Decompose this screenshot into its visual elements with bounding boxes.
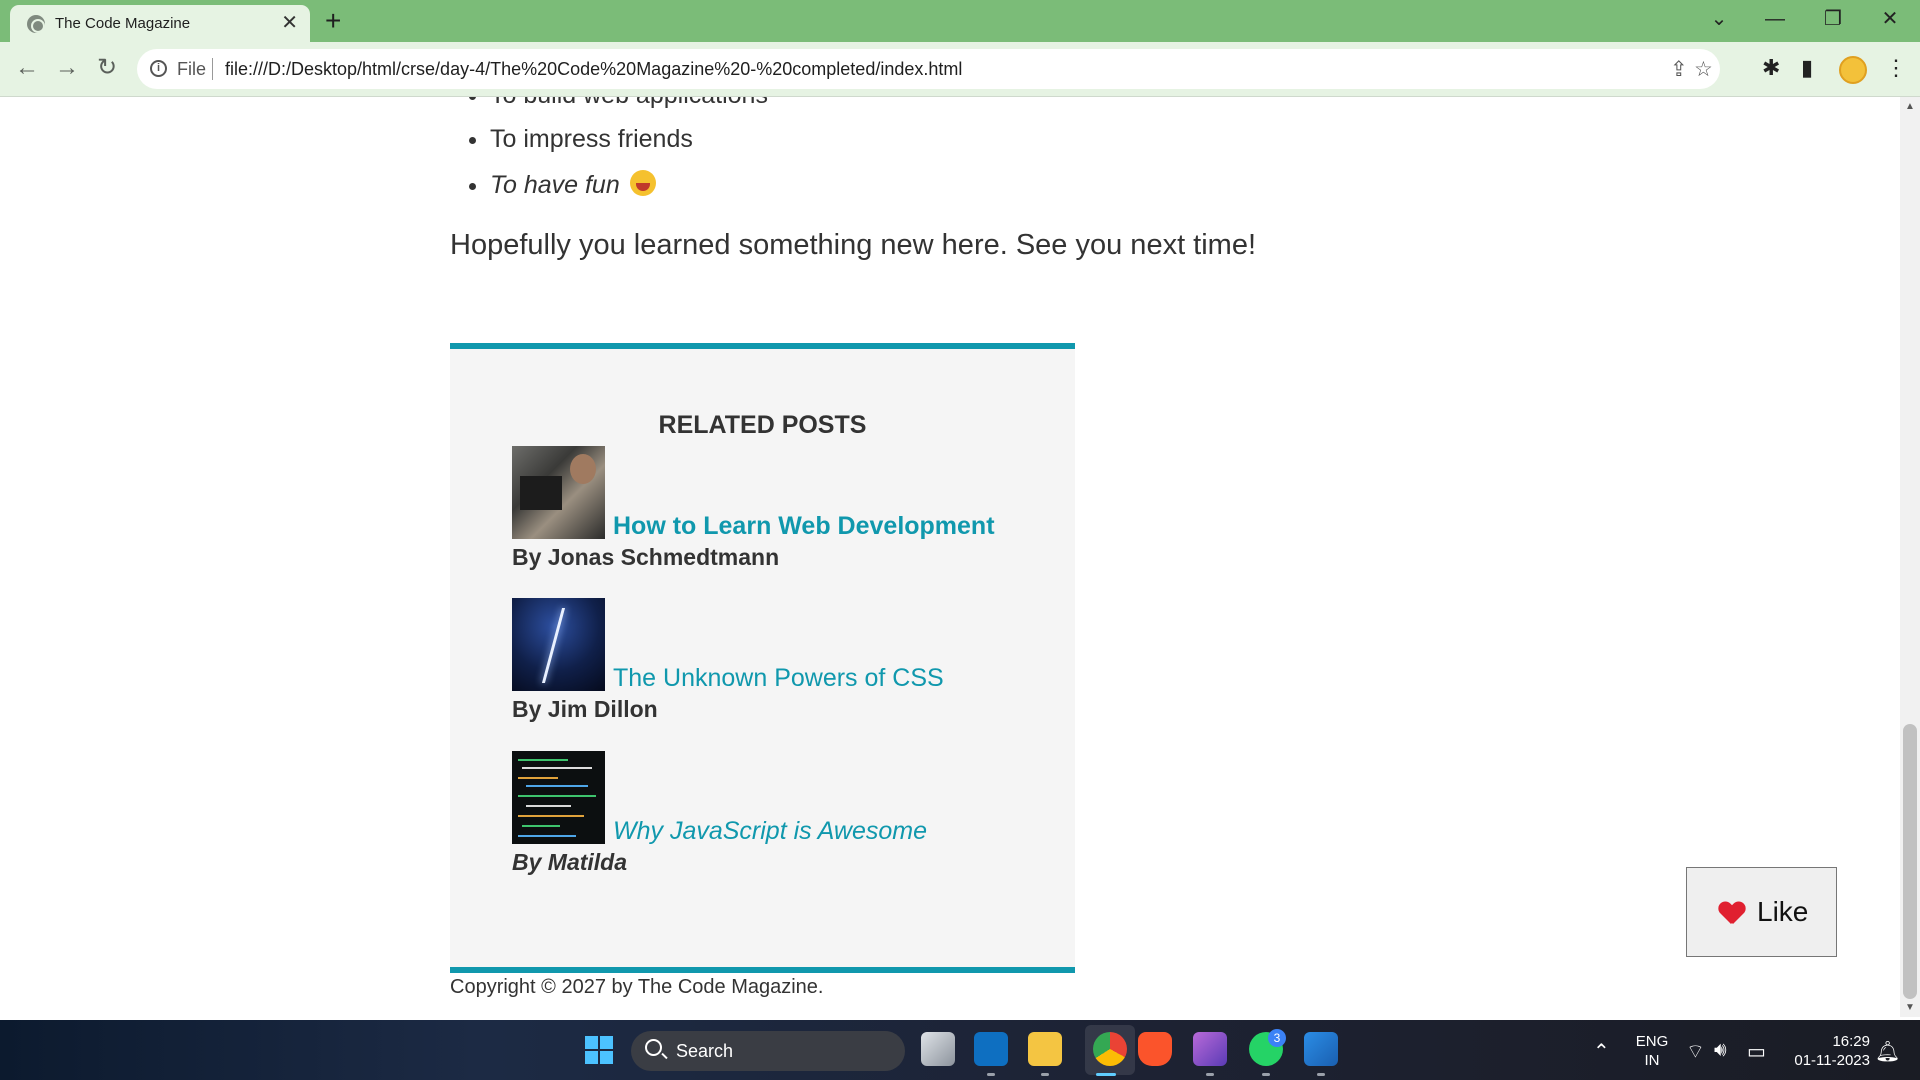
reload-button[interactable]: ↻ — [92, 54, 122, 82]
tab-close-icon[interactable]: ✕ — [281, 12, 298, 34]
language-code: ENG — [1635, 1033, 1669, 1050]
like-button[interactable]: Like — [1686, 867, 1837, 957]
search-label: Search — [676, 1041, 734, 1061]
scroll-down-icon[interactable]: ▼ — [1905, 1002, 1915, 1013]
app-running-indicator — [1317, 1073, 1325, 1076]
like-label: Like — [1757, 896, 1809, 927]
related-posts-heading: RELATED POSTS — [658, 411, 867, 439]
wifi-icon[interactable]: ⌔ — [1686, 1039, 1705, 1064]
restore-button[interactable]: ❐ — [1813, 6, 1853, 32]
info-icon[interactable]: i — [150, 60, 167, 77]
brave-icon[interactable] — [1138, 1032, 1172, 1066]
post-author: By Jonas Schmedtmann — [512, 544, 780, 570]
share-icon[interactable]: ⇪ — [1670, 57, 1688, 82]
copyright-text: Copyright © 2027 by The Code Magazine. — [450, 976, 824, 998]
file-label: File — [177, 59, 207, 79]
app-running-indicator — [987, 1073, 995, 1076]
post-thumbnail — [512, 446, 605, 539]
list-item: To impress friends — [490, 125, 693, 154]
browser-tab[interactable]: The Code Magazine ✕ — [10, 5, 310, 42]
extensions-icon[interactable]: ✱ — [1762, 54, 1780, 82]
chrome-icon[interactable] — [1093, 1032, 1127, 1066]
divider — [212, 58, 213, 80]
vscode-icon[interactable] — [974, 1032, 1008, 1066]
app-running-indicator — [1206, 1073, 1214, 1076]
taskbar-search[interactable]: Search — [631, 1031, 905, 1071]
windows-start-icon[interactable] — [585, 1036, 613, 1064]
browser-titlebar: The Code Magazine ✕ + ⌄ — ❐ ✕ — [0, 0, 1920, 42]
bookmark-star-icon[interactable]: ☆ — [1694, 57, 1713, 82]
browser-toolbar: ← → ↻ i File file:///D:/Desktop/html/crs… — [0, 42, 1920, 97]
battery-icon[interactable]: ▭ — [1747, 1039, 1766, 1064]
profile-avatar[interactable] — [1839, 56, 1867, 84]
grinning-emoji-icon — [629, 170, 656, 196]
tab-search-icon[interactable]: ⌄ — [1699, 6, 1739, 32]
search-icon — [645, 1039, 662, 1056]
url-text[interactable]: file:///D:/Desktop/html/crse/day-4/The%2… — [225, 59, 962, 80]
list-item: To build web applications — [490, 97, 768, 110]
forward-button[interactable]: → — [52, 54, 82, 82]
tray-overflow-icon[interactable]: ⌃ — [1593, 1039, 1610, 1064]
side-panel-icon[interactable]: ▮ — [1801, 54, 1813, 82]
file-explorer-icon[interactable] — [1028, 1032, 1062, 1066]
app-running-indicator — [1262, 1073, 1270, 1076]
language-indicator[interactable]: ENG IN — [1630, 1032, 1674, 1070]
volume-icon[interactable]: 🔊︎ — [1714, 1039, 1727, 1062]
heart-icon — [1719, 902, 1743, 924]
notification-badge: 3 — [1268, 1029, 1286, 1047]
post-author: By Matilda — [512, 849, 628, 875]
menu-icon[interactable]: ⋮ — [1885, 54, 1907, 82]
post-thumbnail — [512, 751, 605, 844]
page-viewport: To build web applications To impress fri… — [0, 97, 1900, 1017]
clock-date: 01-11-2023 — [1794, 1052, 1870, 1069]
post-thumbnail — [512, 598, 605, 691]
post-link[interactable]: How to Learn Web Development — [613, 512, 995, 541]
task-view-icon[interactable] — [921, 1032, 955, 1066]
address-bar[interactable]: i File file:///D:/Desktop/html/crse/day-… — [137, 49, 1720, 89]
post-link[interactable]: Why JavaScript is Awesome — [613, 817, 927, 846]
photos-icon[interactable] — [1304, 1032, 1338, 1066]
globe-icon — [27, 15, 45, 33]
scrollbar-thumb[interactable] — [1903, 724, 1917, 999]
page-scrollbar[interactable]: ▲ ▼ — [1900, 97, 1920, 1017]
tab-title: The Code Magazine — [55, 15, 191, 32]
minimize-button[interactable]: — — [1755, 6, 1795, 32]
list-item: To have fun — [490, 170, 656, 200]
window-close-button[interactable]: ✕ — [1870, 6, 1910, 32]
app-active-indicator — [1096, 1073, 1116, 1076]
clock-time: 16:29 — [1832, 1033, 1870, 1050]
new-tab-button[interactable]: + — [325, 6, 341, 36]
article-outro: Hopefully you learned something new here… — [450, 229, 1257, 261]
clipchamp-icon[interactable] — [1193, 1032, 1227, 1066]
windows-taskbar: Search 3 ⌃ ENG IN ⌔ 🔊︎ ▭ 16:29 01-11-202… — [0, 1020, 1920, 1080]
region-code: IN — [1644, 1052, 1660, 1069]
post-author: By Jim Dillon — [512, 696, 658, 722]
app-running-indicator — [1041, 1073, 1049, 1076]
scroll-up-icon[interactable]: ▲ — [1905, 101, 1915, 112]
clock[interactable]: 16:29 01-11-2023 — [1780, 1032, 1870, 1070]
notification-bell-icon[interactable]: 🔔︎ — [1875, 1039, 1900, 1064]
back-button[interactable]: ← — [12, 54, 42, 82]
post-link[interactable]: The Unknown Powers of CSS — [613, 664, 944, 693]
related-posts: RELATED POSTS How to Learn Web Developme… — [450, 343, 1075, 973]
